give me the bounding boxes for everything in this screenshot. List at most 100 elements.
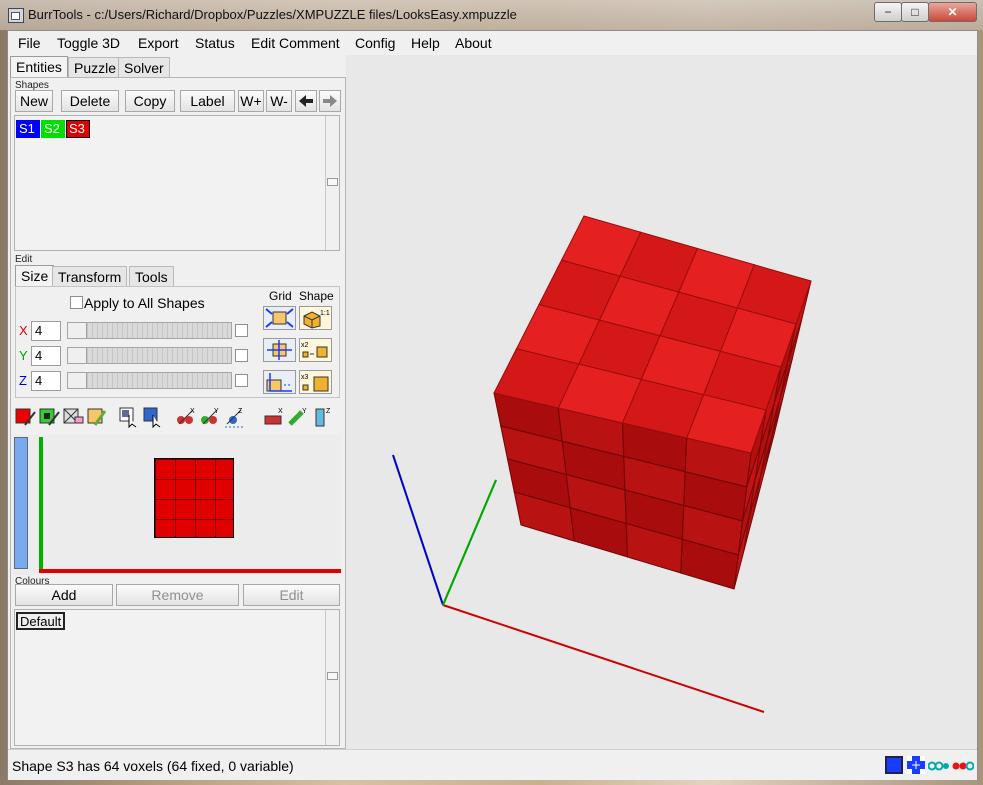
main-frame: File Toggle 3D Export Status Edit Commen… xyxy=(7,30,978,780)
drawing-toolbar: X Y Z X Y Z xyxy=(13,403,341,431)
axis-y-label: Y xyxy=(19,348,28,363)
svg-text:Z: Z xyxy=(238,408,243,415)
tab-solver[interactable]: Solver xyxy=(118,57,170,78)
grid-center-icon[interactable] xyxy=(263,338,296,362)
next-shape-arrow-icon[interactable] xyxy=(319,90,341,112)
axis-x-label: X xyxy=(19,323,28,338)
status-message: Shape S3 has 64 voxels (64 fixed, 0 vari… xyxy=(12,758,294,774)
title-bar[interactable]: BurrTools - c:/Users/Richard/Dropbox/Puz… xyxy=(0,0,983,30)
colour-item-default[interactable]: Default xyxy=(16,612,66,630)
apply-all-checkbox[interactable] xyxy=(70,296,83,309)
edit-colour-button[interactable]: Edit xyxy=(243,584,340,606)
z-axis xyxy=(392,454,444,606)
svg-text:Y: Y xyxy=(214,408,219,415)
column-z-icon[interactable]: Z xyxy=(311,406,333,428)
pen-fixed-icon[interactable] xyxy=(15,406,37,428)
cube-shape-s3 xyxy=(493,215,812,590)
x-axis xyxy=(442,604,765,713)
copy-shape-button[interactable]: Copy xyxy=(125,90,175,112)
add-colour-button[interactable]: Add xyxy=(15,584,113,606)
y-link-checkbox[interactable] xyxy=(235,349,248,362)
sphere-color-icon[interactable] xyxy=(952,756,975,774)
voxel-layer-grid[interactable] xyxy=(154,458,234,538)
y-axis-line xyxy=(39,437,43,571)
z-size-slider[interactable] xyxy=(67,372,232,389)
shape-scale-3x-icon[interactable]: x3 xyxy=(299,370,332,394)
y-size-input[interactable]: 4 xyxy=(31,346,61,366)
x-size-slider[interactable] xyxy=(67,322,232,339)
select-multi-icon[interactable] xyxy=(143,406,165,429)
menu-config[interactable]: Config xyxy=(355,35,395,51)
minimize-button[interactable]: − xyxy=(874,2,902,22)
grid-minimize-icon[interactable] xyxy=(263,306,296,330)
window-title: BurrTools - c:/Users/Richard/Dropbox/Puz… xyxy=(28,7,517,22)
shape-item-s1[interactable]: S1 xyxy=(16,120,40,138)
app-icon xyxy=(8,8,24,23)
select-single-icon[interactable] xyxy=(119,406,141,429)
mirror-z-icon[interactable]: Z xyxy=(223,406,245,428)
shape-scale-1x-icon[interactable]: 1:1 xyxy=(299,306,332,330)
svg-text:Y: Y xyxy=(302,408,307,415)
colours-list-scrollbar[interactable] xyxy=(325,610,339,745)
axis-z-label: Z xyxy=(19,373,27,388)
voxel-grid-editor[interactable] xyxy=(13,435,341,575)
svg-text:1:1: 1:1 xyxy=(320,310,330,317)
cross-grid-icon[interactable] xyxy=(907,756,925,774)
tab-transform[interactable]: Transform xyxy=(52,266,128,287)
svg-text:Z: Z xyxy=(326,408,331,415)
pen-variable-icon[interactable] xyxy=(39,406,61,428)
shape-item-s2[interactable]: S2 xyxy=(41,120,65,138)
z-layer-slider[interactable] xyxy=(14,437,28,569)
label-shape-button[interactable]: Label xyxy=(180,90,235,112)
svg-text:X: X xyxy=(278,408,283,415)
brush-icon[interactable] xyxy=(87,406,109,428)
menu-edit-comment[interactable]: Edit Comment xyxy=(251,35,340,51)
maximize-button[interactable]: □ xyxy=(901,2,929,22)
z-link-checkbox[interactable] xyxy=(235,374,248,387)
shapes-scroll-thumb[interactable] xyxy=(327,178,338,186)
menu-file[interactable]: File xyxy=(18,35,41,51)
menu-help[interactable]: Help xyxy=(411,35,440,51)
mirror-y-icon[interactable]: Y xyxy=(199,406,221,428)
y-size-slider[interactable] xyxy=(67,347,232,364)
mirror-x-icon[interactable]: X xyxy=(175,406,197,428)
weight-minus-button[interactable]: W- xyxy=(266,90,292,112)
shape-item-s3[interactable]: S3 xyxy=(66,120,90,138)
prev-shape-arrow-icon[interactable] xyxy=(295,90,317,112)
close-button[interactable]: ✕ xyxy=(928,2,977,22)
grid-origin-icon[interactable] xyxy=(263,370,296,394)
menu-status[interactable]: Status xyxy=(195,35,235,51)
shape-scale-2x-icon[interactable]: x2 xyxy=(299,338,332,362)
shape-column-label: Shape xyxy=(299,289,334,303)
x-link-checkbox[interactable] xyxy=(235,324,248,337)
grid-view-icon[interactable] xyxy=(885,756,903,774)
scale-2x-label: x2 xyxy=(301,342,309,349)
x-size-input[interactable]: 4 xyxy=(31,321,61,341)
grid-column-label: Grid xyxy=(269,289,292,303)
scale-3x-label: x3 xyxy=(301,374,309,381)
menu-export[interactable]: Export xyxy=(138,35,178,51)
svg-text:X: X xyxy=(190,408,195,415)
tab-tools[interactable]: Tools xyxy=(129,266,174,287)
weight-plus-button[interactable]: W+ xyxy=(238,90,264,112)
column-x-icon[interactable]: X xyxy=(263,406,285,428)
eraser-icon[interactable] xyxy=(63,406,85,428)
tab-size[interactable]: Size xyxy=(15,265,55,286)
menu-about[interactable]: About xyxy=(455,35,492,51)
colours-scroll-thumb[interactable] xyxy=(327,672,338,680)
shapes-list-scrollbar[interactable] xyxy=(325,116,339,250)
remove-colour-button[interactable]: Remove xyxy=(116,584,239,606)
x-axis-line xyxy=(39,569,341,573)
sphere-view-icon[interactable] xyxy=(927,756,949,774)
app-window: BurrTools - c:/Users/Richard/Dropbox/Puz… xyxy=(0,0,983,785)
column-y-icon[interactable]: Y xyxy=(287,406,309,428)
3d-view[interactable] xyxy=(346,55,977,751)
z-size-input[interactable]: 4 xyxy=(31,371,61,391)
tab-entities[interactable]: Entities xyxy=(10,56,68,77)
edit-group-label: Edit xyxy=(15,254,33,265)
menu-toggle-3d[interactable]: Toggle 3D xyxy=(57,35,120,51)
3d-scene xyxy=(392,215,812,713)
new-shape-button[interactable]: New xyxy=(15,90,53,112)
tab-puzzle[interactable]: Puzzle xyxy=(68,57,123,78)
delete-shape-button[interactable]: Delete xyxy=(61,90,119,112)
